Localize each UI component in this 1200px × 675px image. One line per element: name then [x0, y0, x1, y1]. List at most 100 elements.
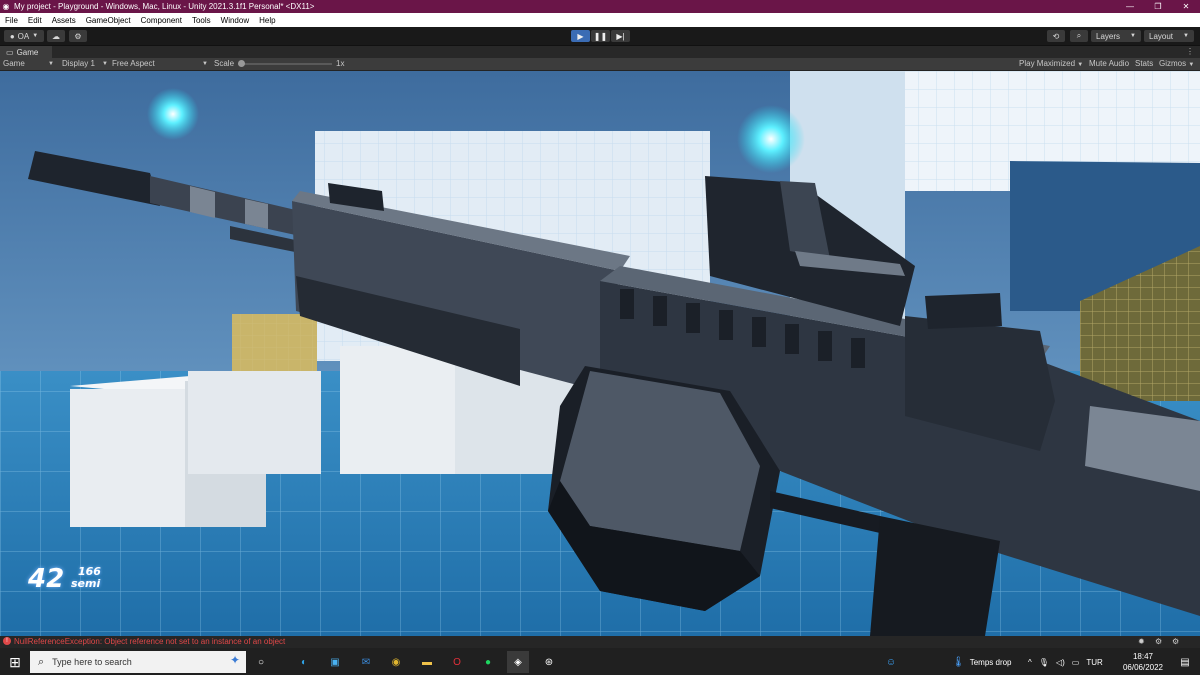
pause-icon: ❚❚	[593, 31, 608, 41]
unity-editor-icon[interactable]: ⊛	[538, 651, 560, 673]
notification-icon[interactable]: ▤	[1174, 651, 1196, 673]
layout-dropdown[interactable]: Layout ▼	[1144, 30, 1194, 42]
yellow-cube-grid	[232, 314, 317, 374]
game-tab-icon: ▭	[6, 47, 14, 57]
clock-time: 18:47	[1132, 652, 1154, 661]
view-select-dropdown[interactable]: Game	[3, 58, 25, 70]
mute-audio-label: Mute Audio	[1089, 59, 1130, 68]
console-status-bar[interactable]: ! NullReferenceException: Object referen…	[0, 636, 1200, 648]
step-icon: ▶|	[616, 31, 625, 41]
layers-label: Layers	[1096, 31, 1121, 41]
game-view-controls: Game ▼ Display 1 ▼ Free Aspect ▼ Scale 1…	[0, 58, 1200, 71]
edge-icon[interactable]: ◐	[293, 651, 315, 673]
layout-label: Layout	[1149, 31, 1174, 41]
chevron-down-icon: ▼	[32, 33, 39, 39]
title-bar: ◉ My project - Playground - Windows, Mac…	[0, 0, 1200, 13]
account-icon: ●	[9, 31, 15, 41]
ammo-count: 42	[28, 564, 65, 594]
chevron-up-icon[interactable]: ^	[1028, 658, 1032, 667]
minimize-button[interactable]: —	[1116, 0, 1144, 13]
clock[interactable]: 18:47 06/06/2022	[1118, 651, 1168, 673]
close-button[interactable]: ✕	[1172, 0, 1200, 13]
volume-icon[interactable]: ◁)	[1056, 658, 1065, 667]
microphone-icon[interactable]: 🎙	[1039, 658, 1049, 667]
collab-button[interactable]: ⚙	[69, 30, 87, 42]
menu-help[interactable]: Help	[254, 16, 280, 25]
scale-label: Scale	[214, 59, 235, 68]
collab-status-icon[interactable]: ⚙	[1172, 636, 1179, 648]
menu-edit[interactable]: Edit	[23, 16, 47, 25]
cloud-button[interactable]: ☁	[47, 30, 65, 42]
step-button[interactable]: ▶|	[611, 30, 630, 42]
chevron-down-icon: ▼	[1188, 62, 1195, 68]
console-error-message[interactable]: NullReferenceException: Object reference…	[14, 636, 285, 648]
white-cube-middle	[188, 371, 321, 474]
error-icon: !	[3, 637, 11, 645]
cortana-bird-icon: ✦	[229, 653, 240, 667]
debug-icon[interactable]: ✹	[1138, 636, 1145, 648]
file-explorer-icon[interactable]: ▬	[416, 651, 438, 673]
tab-bar: ▭ Game ⋮	[0, 46, 1200, 58]
window-controls: — ❐ ✕	[1116, 0, 1200, 13]
network-icon[interactable]: ▭	[1072, 658, 1080, 667]
history-button[interactable]: ⟲	[1047, 30, 1065, 42]
window-title: My project - Playground - Windows, Mac, …	[14, 2, 315, 11]
layers-dropdown[interactable]: Layers ▼	[1091, 30, 1141, 42]
taskbar-search[interactable]: ⌕ Type here to search ✦	[30, 651, 246, 673]
display-label: Display 1	[62, 59, 95, 68]
aspect-dropdown[interactable]: Free Aspect	[112, 58, 155, 70]
mail-icon[interactable]: ✉	[355, 651, 377, 673]
user-avatar-icon[interactable]: ☺	[880, 651, 902, 673]
maximize-button[interactable]: ❐	[1144, 0, 1172, 13]
scale-slider-handle[interactable]	[238, 60, 245, 67]
clock-date: 06/06/2022	[1122, 663, 1164, 672]
task-view-icon[interactable]: ○	[250, 651, 272, 673]
tab-game-label: Game	[16, 47, 39, 57]
account-label: OA	[17, 31, 30, 41]
search-button[interactable]: ⌕	[1070, 30, 1088, 42]
menu-gameobject[interactable]: GameObject	[81, 16, 136, 25]
chevron-down-icon: ▼	[202, 61, 208, 67]
unity-logo-icon: ◉	[2, 2, 10, 11]
ammo-type: semi	[71, 577, 101, 590]
language-indicator[interactable]: TUR	[1086, 658, 1102, 667]
menu-tools[interactable]: Tools	[187, 16, 216, 25]
glow-light-right	[737, 105, 805, 173]
collab-icon: ⚙	[74, 31, 82, 41]
history-icon: ⟲	[1052, 31, 1060, 41]
weather-widget[interactable]: 🌡 Temps drop	[952, 655, 1012, 669]
chevron-down-icon: ▼	[1077, 62, 1084, 68]
game-viewport[interactable]	[0, 71, 1200, 636]
menu-file[interactable]: File	[0, 16, 23, 25]
scale-value: 1x	[336, 59, 345, 68]
store-icon[interactable]: ▣	[324, 651, 346, 673]
view-select-label: Game	[3, 59, 25, 68]
mute-audio-toggle[interactable]: Mute Audio	[1089, 58, 1129, 70]
display-dropdown[interactable]: Display 1	[62, 58, 95, 70]
spotify-icon[interactable]: ●	[477, 651, 499, 673]
tab-game[interactable]: ▭ Game	[0, 46, 52, 58]
play-button[interactable]: ▶	[571, 30, 590, 42]
account-dropdown[interactable]: ● OA ▼	[4, 30, 44, 42]
gizmos-toggle[interactable]: Gizmos ▼	[1159, 58, 1194, 70]
menu-window[interactable]: Window	[216, 16, 254, 25]
windows-start-icon[interactable]: ⊞	[4, 651, 26, 673]
gizmos-label: Gizmos	[1159, 59, 1187, 68]
opera-icon[interactable]: O	[446, 651, 468, 673]
stats-toggle[interactable]: Stats	[1135, 58, 1153, 70]
play-icon: ▶	[577, 31, 584, 41]
progress-icon[interactable]: ⚙	[1155, 636, 1162, 648]
menu-assets[interactable]: Assets	[47, 16, 81, 25]
menu-component[interactable]: Component	[136, 16, 187, 25]
play-maximized-toggle[interactable]: Play Maximized ▼	[1019, 58, 1083, 70]
more-options-icon[interactable]: ⋮	[1186, 46, 1194, 58]
aspect-label: Free Aspect	[112, 59, 155, 68]
chrome-icon[interactable]: ◉	[385, 651, 407, 673]
unity-hub-icon[interactable]: ◈	[507, 651, 529, 673]
weather-label: Temps drop	[969, 657, 1012, 667]
glow-light-left	[147, 88, 199, 140]
pause-button[interactable]: ❚❚	[591, 30, 610, 42]
search-placeholder: Type here to search	[52, 657, 132, 667]
menu-bar: File Edit Assets GameObject Component To…	[0, 13, 1200, 27]
scale-slider[interactable]	[238, 60, 332, 67]
